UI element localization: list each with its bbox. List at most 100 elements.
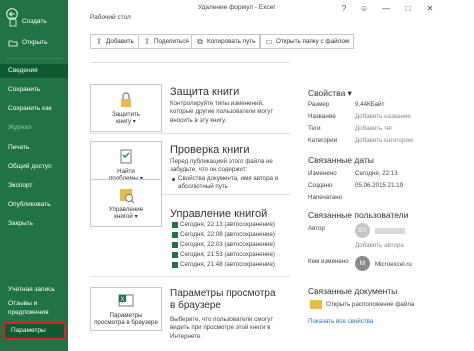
author-name-redacted <box>375 228 405 234</box>
excel-file-icon <box>172 262 178 268</box>
sidebar-item-label: Общий доступ <box>8 163 52 170</box>
sidebar-item-label: Отзывы и <box>8 300 38 307</box>
protect-section-title: Защита книги <box>170 86 240 98</box>
sidebar-item-label: Создать <box>22 18 47 25</box>
open-folder-button[interactable]: ▭ Открыть папку с файлом <box>260 34 355 49</box>
copy-path-button-label: Копировать путь <box>207 38 256 45</box>
sidebar-item-new[interactable]: Создать <box>0 15 68 29</box>
section-divider <box>90 133 290 134</box>
changed-by-avatar: M <box>355 256 370 271</box>
section-divider <box>90 62 290 63</box>
sidebar-item-label: Опубликовать <box>8 201 51 208</box>
sidebar-item-close[interactable]: Закрыть <box>0 217 68 231</box>
sidebar-item-label: Параметры <box>11 327 46 334</box>
version-label: Сегодня, 21:53 (автосохранение) <box>180 251 275 258</box>
protect-section-desc: Контролируйте типы изменений, которые др… <box>170 100 274 124</box>
version-label: Сегодня, 22:13 (автосохранение) <box>180 221 275 228</box>
share-button[interactable]: ⇧ Поделиться <box>138 34 194 49</box>
author-label: Автор <box>308 225 325 232</box>
window-title: Удаление формул - Excel <box>198 4 275 11</box>
open-file-location-link[interactable]: Открыть расположение файла <box>326 301 414 308</box>
sidebar-item-export[interactable]: Экспорт <box>0 179 68 193</box>
date-label-printed: Напечатано <box>308 194 343 201</box>
sidebar-item-label: Открыть <box>22 39 48 46</box>
version-item[interactable]: Сегодня, 21:53 (автосохранение) <box>172 251 275 258</box>
sidebar-item-label: Сведения <box>8 67 38 74</box>
maximize-button[interactable]: □ <box>402 3 414 15</box>
related-people-heading: Связанные пользователи <box>308 210 409 220</box>
browser-section-title-line2: в браузере <box>170 300 221 311</box>
share-icon: ⇧ <box>143 37 151 46</box>
file-location-path: Рабочий стол <box>90 14 131 21</box>
version-item[interactable]: Сегодня, 21:48 (автосохранение) <box>172 261 275 268</box>
inspect-bullet-item: Свойства документа, имя автора и абсолют… <box>178 175 279 191</box>
version-item[interactable]: Сегодня, 22:03 (автосохранение) <box>172 241 275 248</box>
manage-button-line2: книгой ▾ <box>114 213 138 220</box>
show-all-properties-link[interactable]: Показать все свойства <box>308 318 373 325</box>
sidebar-item-feedback-line2[interactable]: предложения <box>0 308 68 318</box>
svg-text:X: X <box>121 297 125 303</box>
open-icon <box>8 38 18 48</box>
date-value-modified: Сегодня, 22:13 <box>355 170 398 177</box>
protect-workbook-button[interactable]: Защитить книгу ▾ <box>90 84 162 132</box>
sidebar-item-save-as[interactable]: Сохранить как <box>0 102 68 116</box>
properties-heading[interactable]: Свойства ▾ <box>308 88 352 99</box>
date-value-created: 05.06.2015 21:19 <box>355 182 404 189</box>
sidebar-item-label: Сохранить <box>8 86 41 93</box>
prop-value-title[interactable]: Добавить название <box>355 113 411 120</box>
protect-button-line1: Защитить <box>111 111 141 118</box>
backstage-sidebar: Создать Открыть Сведения Сохранить Сохра… <box>0 0 68 351</box>
sign-in-avatar-icon[interactable]: ☺ <box>358 3 370 15</box>
sidebar-item-print[interactable]: Печать <box>0 141 68 155</box>
browser-button-line2: просмотра в браузере <box>94 319 158 326</box>
manage-workbook-icon <box>120 189 135 204</box>
prop-value-categories[interactable]: Добавить категорию <box>355 137 414 144</box>
sidebar-item-label: Закрыть <box>8 220 34 227</box>
close-button[interactable]: ✕ <box>424 3 436 15</box>
inspect-section-title: Проверка книги <box>170 144 250 156</box>
sidebar-item-open[interactable]: Открыть <box>0 36 68 50</box>
manage-button-line1: Управление <box>108 206 144 213</box>
sidebar-item-save[interactable]: Сохранить <box>0 83 68 97</box>
prop-value-tags[interactable]: Добавить тег <box>355 125 393 132</box>
changed-by-label: Кем изменено <box>308 258 349 265</box>
sidebar-item-share[interactable]: Общий доступ <box>0 160 68 174</box>
copy-icon: ⧉ <box>197 37 203 46</box>
sidebar-item-options[interactable]: Параметры <box>3 322 66 340</box>
browser-button-line1: Параметры <box>109 312 143 319</box>
sidebar-item-publish[interactable]: Опубликовать <box>0 198 68 212</box>
sidebar-item-label: Журнал <box>8 124 32 131</box>
sidebar-item-label: Учетная запись <box>8 286 55 293</box>
excel-file-icon <box>172 222 178 228</box>
minimize-button[interactable]: — <box>380 3 392 15</box>
excel-file-icon <box>172 252 178 258</box>
add-author-link[interactable]: Добавить автора <box>355 242 404 249</box>
changed-by-name: Microexcel.ru <box>375 261 412 268</box>
sidebar-item-label: Сохранить как <box>8 105 52 112</box>
upload-button-label: Добавить <box>106 38 134 45</box>
date-label-modified: Изменено <box>308 170 337 177</box>
browser-view-icon: X <box>118 294 134 307</box>
help-button[interactable]: ? <box>338 3 350 15</box>
version-item[interactable]: Сегодня, 22:08 (автосохранение) <box>172 231 275 238</box>
upload-icon: ⇪ <box>95 37 103 46</box>
folder-icon: ▭ <box>265 37 273 46</box>
manage-workbook-button[interactable]: Управление книгой ▾ <box>90 179 162 227</box>
prop-label-size: Размер <box>308 101 330 108</box>
prop-value-size: 9,44КБайт <box>355 101 385 108</box>
version-label: Сегодня, 22:03 (автосохранение) <box>180 241 275 248</box>
sidebar-item-info[interactable]: Сведения <box>0 64 68 78</box>
prop-label-title: Название <box>308 113 336 120</box>
browser-view-options-button[interactable]: X Параметры просмотра в браузере <box>90 287 162 331</box>
prop-label-categories: Категории <box>308 137 338 144</box>
browser-section-title: Параметры просмотра <box>170 288 276 299</box>
version-item[interactable]: Сегодня, 22:13 (автосохранение) <box>172 221 275 228</box>
related-dates-heading: Связанные даты <box>308 155 374 165</box>
upload-button[interactable]: ⇪ Добавить <box>90 34 139 49</box>
excel-file-icon <box>172 242 178 248</box>
new-icon <box>8 17 18 27</box>
sidebar-item-account[interactable]: Учетная запись <box>0 283 68 297</box>
sidebar-divider <box>6 58 62 59</box>
copy-path-button[interactable]: ⧉ Копировать путь <box>191 34 261 49</box>
sidebar-item-label: Печать <box>8 144 30 151</box>
